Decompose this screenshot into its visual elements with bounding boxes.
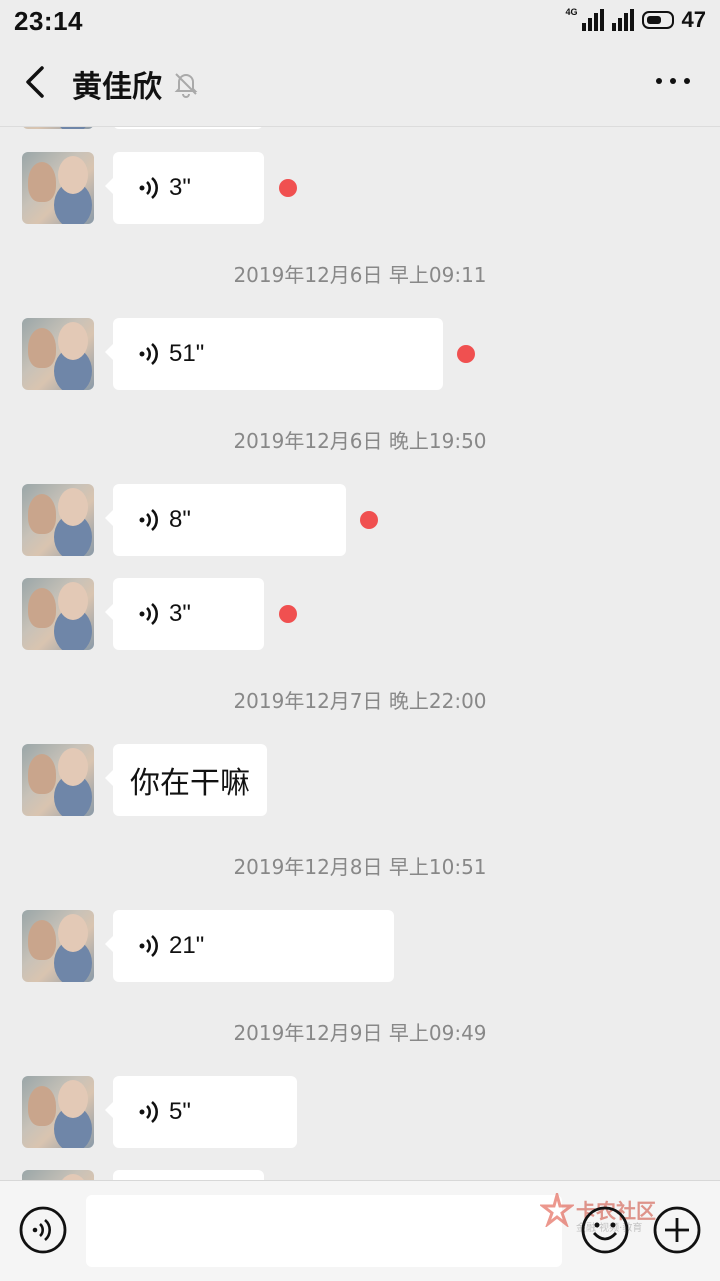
voice-message[interactable]: 3" xyxy=(105,578,264,650)
status-bar: 23:14 4G 47 xyxy=(0,0,720,40)
unread-dot xyxy=(457,345,475,363)
voice-duration: 21" xyxy=(169,932,205,959)
voice-wave-icon xyxy=(139,603,158,625)
contact-avatar[interactable] xyxy=(22,578,94,650)
voice-wave-icon xyxy=(139,1101,158,1123)
voice-duration: 51" xyxy=(169,340,205,367)
chat-header: 黄佳欣 xyxy=(0,40,720,127)
voice-bubble-partial[interactable] xyxy=(113,127,263,129)
chat-title: 黄佳欣 xyxy=(72,70,162,105)
voice-wave-icon xyxy=(139,343,158,365)
timestamp: 2019年12月9日 早上09:49 xyxy=(233,1021,487,1045)
voice-input-button[interactable] xyxy=(18,1205,68,1255)
contact-avatar[interactable] xyxy=(22,1076,94,1148)
contact-avatar[interactable] xyxy=(22,484,94,556)
plus-icon[interactable] xyxy=(652,1205,702,1255)
status-time: 23:14 xyxy=(14,6,83,36)
network-type: 4G xyxy=(565,7,578,17)
contact-avatar[interactable] xyxy=(22,152,94,224)
unread-dot xyxy=(279,179,297,197)
back-arrow-icon[interactable] xyxy=(18,62,54,102)
timestamp: 2019年12月6日 晚上19:50 xyxy=(233,429,487,453)
voice-wave-icon xyxy=(139,509,158,531)
message-list[interactable]: 3" 2019年12月6日 早上09:11 51" 2019年12月6日 晚上1… xyxy=(0,127,720,1180)
signal-icon-2 xyxy=(611,9,634,31)
voice-duration: 5" xyxy=(169,1098,191,1125)
more-dots-icon[interactable] xyxy=(656,78,690,84)
text-message[interactable]: 你在干嘛 xyxy=(105,744,267,816)
battery-icon xyxy=(641,11,674,29)
voice-duration: 3" xyxy=(169,600,191,627)
status-right: 4G 47 xyxy=(566,6,707,34)
timestamp: 2019年12月7日 晚上22:00 xyxy=(233,689,487,713)
voice-wave-icon xyxy=(139,177,158,199)
signal-icon xyxy=(581,9,604,31)
contact-avatar[interactable] xyxy=(22,744,94,816)
watermark-logo-icon xyxy=(538,1189,576,1229)
voice-bubble-partial[interactable] xyxy=(113,1170,264,1180)
voice-wave-icon xyxy=(139,935,158,957)
contact-avatar[interactable] xyxy=(22,910,94,982)
mute-bell-icon xyxy=(174,73,198,98)
voice-duration: 3" xyxy=(169,174,191,201)
contact-avatar[interactable] xyxy=(22,1170,94,1180)
voice-message[interactable]: 51" xyxy=(105,318,443,390)
emoji-icon[interactable] xyxy=(580,1205,630,1255)
timestamp: 2019年12月6日 早上09:11 xyxy=(233,263,487,287)
battery-level: 47 xyxy=(681,7,706,32)
timestamp: 2019年12月8日 早上10:51 xyxy=(233,855,487,879)
contact-avatar[interactable] xyxy=(22,127,94,129)
unread-dot xyxy=(279,605,297,623)
input-bar: 卡农社区 金融·视频·教育 xyxy=(0,1180,720,1281)
unread-dot xyxy=(360,511,378,529)
contact-avatar[interactable] xyxy=(22,318,94,390)
voice-message[interactable]: 5" xyxy=(105,1076,297,1148)
voice-message[interactable]: 8" xyxy=(105,484,346,556)
voice-duration: 8" xyxy=(169,506,191,533)
voice-message[interactable]: 21" xyxy=(105,910,394,982)
voice-message[interactable]: 3" xyxy=(105,152,264,224)
message-input[interactable] xyxy=(86,1195,562,1267)
